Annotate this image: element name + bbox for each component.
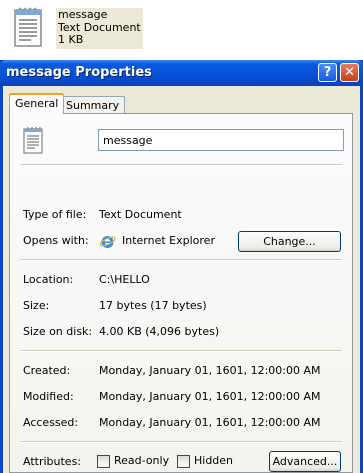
desktop-file-name: message <box>58 8 108 21</box>
properties-window: message Properties ? ✕ General Summary m… <box>0 60 363 473</box>
type-of-file-label: Type of file: <box>23 208 87 221</box>
readonly-checkbox[interactable] <box>97 455 110 468</box>
readonly-label[interactable]: Read-only <box>114 454 169 467</box>
separator <box>20 164 342 166</box>
file-name-input[interactable] <box>98 129 344 151</box>
close-button[interactable]: ✕ <box>340 63 359 82</box>
text-document-icon[interactable] <box>12 6 46 50</box>
accessed-label: Accessed: <box>23 416 79 429</box>
opens-with-label: Opens with: <box>23 234 89 247</box>
desktop-file-size: 1 KB <box>58 33 84 46</box>
separator <box>20 350 342 352</box>
help-button[interactable]: ? <box>318 63 337 82</box>
text-document-icon <box>23 127 43 154</box>
modified-label: Modified: <box>23 390 74 403</box>
size-value: 17 bytes (17 bytes) <box>99 299 207 312</box>
title-bar[interactable]: message Properties ? ✕ <box>0 60 363 86</box>
hidden-label[interactable]: Hidden <box>194 454 233 467</box>
size-label: Size: <box>23 299 50 312</box>
dialog-body: General Summary Type of <box>3 86 360 473</box>
general-tab-panel: Type of file: Text Document Opens with: … <box>9 113 353 473</box>
separator <box>20 259 342 261</box>
tab-general[interactable]: General <box>9 93 65 114</box>
location-value: C:\HELLO <box>99 273 150 286</box>
accessed-value: Monday, January 01, 1601, 12:00:00 AM <box>99 416 321 429</box>
desktop-icon-label[interactable]: message Text Document 1 KB <box>56 8 143 49</box>
hidden-checkbox[interactable] <box>177 455 190 468</box>
tab-summary[interactable]: Summary <box>60 96 126 114</box>
advanced-button[interactable]: Advanced... <box>269 451 341 472</box>
type-of-file-value: Text Document <box>99 208 182 221</box>
window-title: message Properties <box>6 65 152 80</box>
internet-explorer-icon <box>99 236 116 248</box>
size-on-disk-value: 4.00 KB (4,096 bytes) <box>99 325 220 338</box>
attributes-label: Attributes: <box>23 455 82 468</box>
change-button[interactable]: Change... <box>238 231 341 252</box>
created-value: Monday, January 01, 1601, 12:00:00 AM <box>99 364 321 377</box>
created-label: Created: <box>23 364 71 377</box>
modified-value: Monday, January 01, 1601, 12:00:00 AM <box>99 390 321 403</box>
location-label: Location: <box>23 273 74 286</box>
opens-with-value: Internet Explorer <box>122 234 215 247</box>
size-on-disk-label: Size on disk: <box>23 325 93 338</box>
separator <box>20 441 342 443</box>
